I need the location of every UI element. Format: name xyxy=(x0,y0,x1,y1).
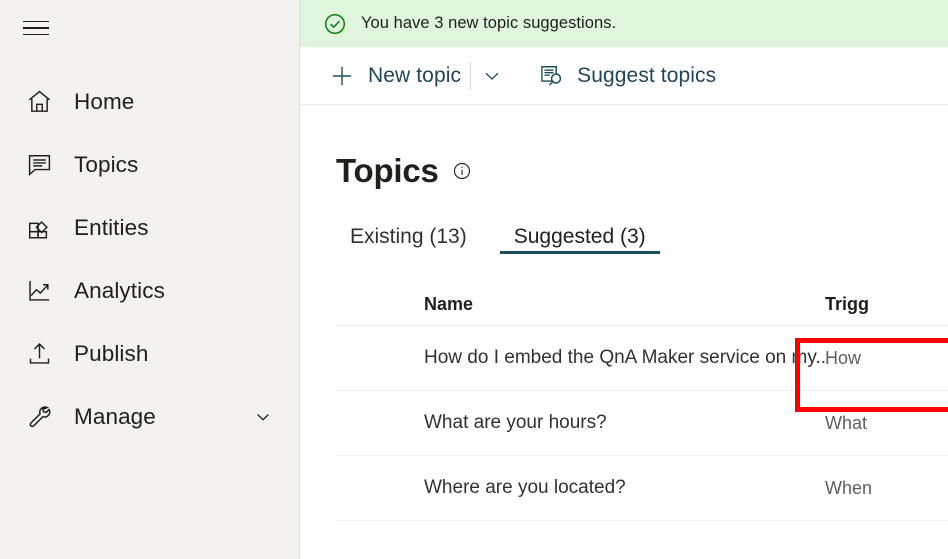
sidebar-item-label: Manage xyxy=(74,403,156,429)
tab-suggested[interactable]: Suggested (3) xyxy=(499,222,660,270)
topics-table: Name Trigg How do I embed the QnA Maker … xyxy=(336,284,948,521)
tab-existing[interactable]: Existing (13) xyxy=(336,222,481,270)
hamburger-menu-icon[interactable] xyxy=(12,4,60,52)
cell-name: Where are you located? xyxy=(424,477,626,498)
sidebar-item-label: Home xyxy=(74,88,135,114)
line-chart-icon xyxy=(23,275,55,307)
page-header: Topics xyxy=(336,152,948,190)
entities-grid-icon xyxy=(23,212,55,244)
check-circle-icon xyxy=(322,11,347,36)
page-title: Topics xyxy=(336,152,439,189)
table-row[interactable]: What are your hours? What xyxy=(336,391,948,456)
cell-trigger: How xyxy=(825,347,862,368)
tab-list: Existing (13) Suggested (3) xyxy=(336,222,948,270)
cell-name: How do I embed the QnA Maker service on … xyxy=(424,347,825,368)
chat-bubble-icon xyxy=(23,149,55,181)
hamburger-line xyxy=(23,27,49,29)
sidebar-nav: Home Topics Entities Analytics Publish M… xyxy=(0,70,299,448)
info-circle-icon[interactable] xyxy=(452,161,472,181)
table-header-row: Name Trigg xyxy=(336,284,948,326)
sidebar: Home Topics Entities Analytics Publish M… xyxy=(0,0,300,559)
wrench-icon xyxy=(23,401,55,433)
notification-message: You have 3 new topic suggestions. xyxy=(361,14,617,32)
home-icon xyxy=(23,86,55,118)
sidebar-item-topics[interactable]: Topics xyxy=(0,133,299,196)
sidebar-item-label: Entities xyxy=(74,214,149,240)
sidebar-item-manage[interactable]: Manage xyxy=(0,385,299,448)
toolbar-divider xyxy=(470,61,472,90)
tab-underline xyxy=(336,251,481,254)
sidebar-item-publish[interactable]: Publish xyxy=(0,322,299,385)
table-row[interactable]: Where are you located? When xyxy=(336,456,948,521)
table-row[interactable]: How do I embed the QnA Maker service on … xyxy=(336,326,948,391)
tab-label: Existing (13) xyxy=(350,225,467,248)
new-topic-button[interactable]: New topic xyxy=(323,54,467,98)
upload-icon xyxy=(23,338,55,370)
suggest-topics-label: Suggest topics xyxy=(577,63,717,87)
new-topic-dropdown-chevron-down-icon[interactable] xyxy=(474,54,510,98)
notification-banner: You have 3 new topic suggestions. xyxy=(300,0,948,47)
sidebar-item-entities[interactable]: Entities xyxy=(0,196,299,259)
main-area: You have 3 new topic suggestions. New to… xyxy=(300,0,948,559)
sidebar-item-home[interactable]: Home xyxy=(0,70,299,133)
suggest-topics-button[interactable]: Suggest topics xyxy=(532,54,722,98)
tab-underline xyxy=(499,251,660,254)
sidebar-item-label: Topics xyxy=(74,151,139,177)
tab-label: Suggested (3) xyxy=(513,225,646,248)
cell-name: What are your hours? xyxy=(424,412,607,433)
sidebar-item-label: Analytics xyxy=(74,277,165,303)
new-topic-label: New topic xyxy=(368,63,462,87)
command-bar: New topic Suggest topics xyxy=(300,47,948,105)
chevron-down-icon[interactable] xyxy=(253,407,273,427)
sidebar-item-analytics[interactable]: Analytics xyxy=(0,259,299,322)
content-area: Topics Existing (13) Suggested (3) Name … xyxy=(300,105,948,559)
hamburger-line xyxy=(23,20,49,23)
app-root: Home Topics Entities Analytics Publish M… xyxy=(0,0,948,559)
sidebar-item-label: Publish xyxy=(74,340,149,366)
cell-trigger: What xyxy=(825,412,868,433)
plus-icon xyxy=(329,63,355,89)
document-search-icon xyxy=(538,63,564,89)
cell-trigger: When xyxy=(825,477,873,498)
hamburger-line xyxy=(23,33,49,36)
column-header-name[interactable]: Name xyxy=(336,294,825,315)
column-header-trigger[interactable]: Trigg xyxy=(825,294,948,315)
